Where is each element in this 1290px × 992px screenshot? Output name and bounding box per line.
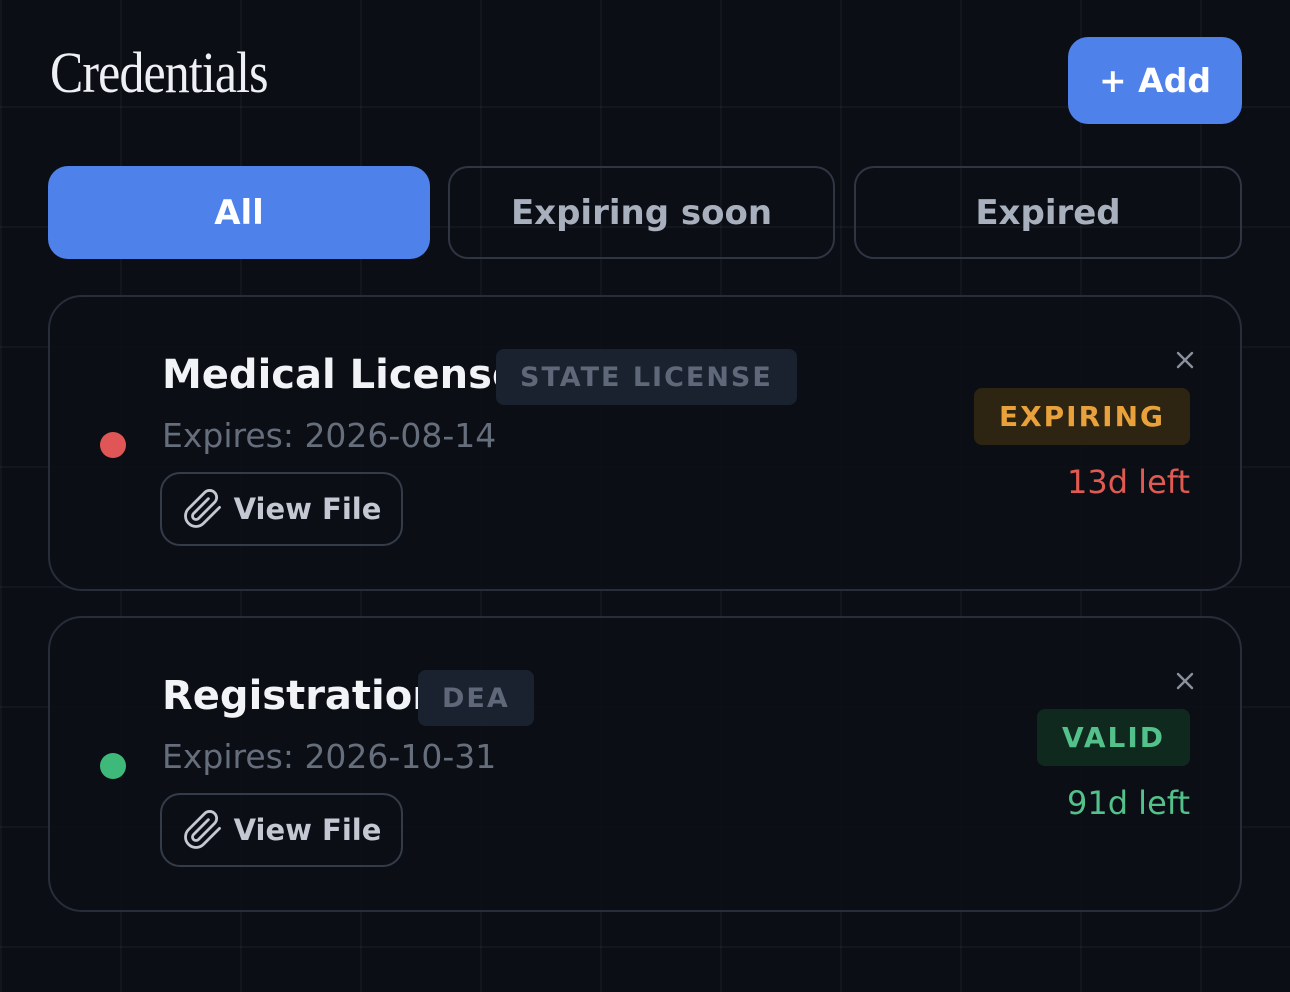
filter-tabs: All Expiring soon Expired [48,166,1242,259]
credential-card-medical-license: Medical License STATE LICENSE Expires: 2… [48,295,1242,591]
close-icon[interactable] [1170,345,1200,375]
status-dot [100,753,126,779]
view-file-button[interactable]: View File [160,793,403,867]
status-badge: VALID [1037,709,1190,766]
credential-type-badge: DEA [418,670,534,726]
view-file-label: View File [233,492,382,526]
days-left: 91d left [1066,784,1190,822]
status-badge: EXPIRING [973,388,1190,445]
expiry-date: Expires: 2026-10-31 [162,737,497,776]
tab-expiring-soon[interactable]: Expiring soon [448,166,835,259]
expiry-date: Expires: 2026-08-14 [162,416,497,455]
tab-all[interactable]: All [48,166,430,259]
days-left: 13d left [1066,463,1190,501]
tab-expired[interactable]: Expired [854,166,1242,259]
credential-type-badge: STATE LICENSE [496,349,797,405]
page-title: Credentials [50,40,269,105]
credential-title: Registration [162,673,441,719]
credential-card-registration: Registration DEA Expires: 2026-10-31 Vie… [48,616,1242,912]
paperclip-icon [182,488,224,530]
status-dot [100,432,126,458]
view-file-button[interactable]: View File [160,472,403,546]
close-icon[interactable] [1170,666,1200,696]
add-credential-button[interactable]: + Add [1068,37,1242,124]
view-file-label: View File [233,813,382,847]
credential-title: Medical License [162,352,520,398]
paperclip-icon [182,809,224,851]
